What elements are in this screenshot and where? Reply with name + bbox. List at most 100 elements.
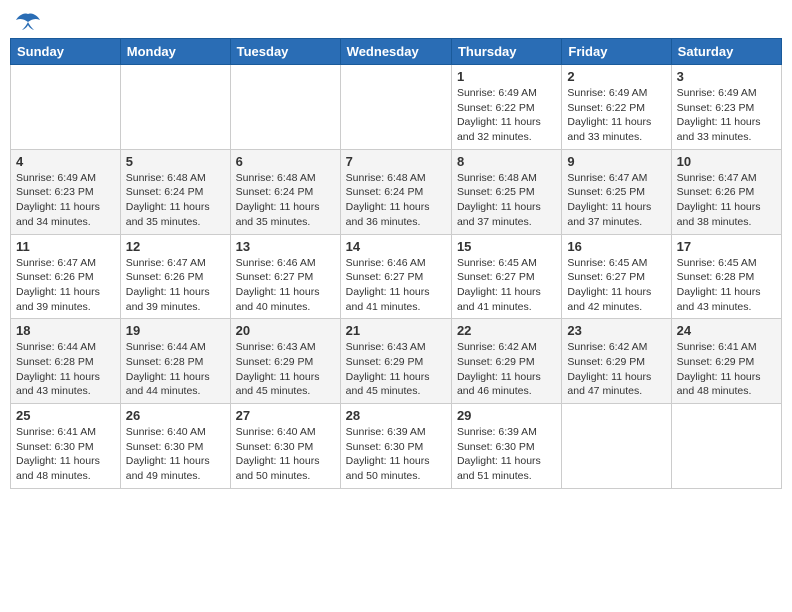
day-info: Sunrise: 6:43 AM Sunset: 6:29 PM Dayligh…: [346, 340, 446, 399]
day-number: 7: [346, 154, 446, 169]
calendar-table: SundayMondayTuesdayWednesdayThursdayFrid…: [10, 38, 782, 489]
day-info: Sunrise: 6:45 AM Sunset: 6:28 PM Dayligh…: [677, 256, 776, 315]
day-info: Sunrise: 6:49 AM Sunset: 6:23 PM Dayligh…: [677, 86, 776, 145]
day-number: 29: [457, 408, 556, 423]
day-info: Sunrise: 6:48 AM Sunset: 6:24 PM Dayligh…: [126, 171, 225, 230]
calendar-header-row: SundayMondayTuesdayWednesdayThursdayFrid…: [11, 39, 782, 65]
calendar-cell: 25 Sunrise: 6:41 AM Sunset: 6:30 PM Dayli…: [11, 404, 121, 489]
weekday-header-saturday: Saturday: [671, 39, 781, 65]
day-number: 28: [346, 408, 446, 423]
day-number: 23: [567, 323, 665, 338]
weekday-header-tuesday: Tuesday: [230, 39, 340, 65]
day-info: Sunrise: 6:41 AM Sunset: 6:30 PM Dayligh…: [16, 425, 115, 484]
calendar-cell: [562, 404, 671, 489]
day-number: 18: [16, 323, 115, 338]
calendar-cell: 29Sunrise: 6:39 AM Sunset: 6:30 PM Dayli…: [451, 404, 561, 489]
calendar-cell: 10 Sunrise: 6:47 AM Sunset: 6:26 PM Dayli…: [671, 149, 781, 234]
calendar-cell: 22 Sunrise: 6:42 AM Sunset: 6:29 PM Dayli…: [451, 319, 561, 404]
day-info: Sunrise: 6:48 AM Sunset: 6:25 PM Dayligh…: [457, 171, 556, 230]
day-number: 19: [126, 323, 225, 338]
day-info: Sunrise: 6:47 AM Sunset: 6:26 PM Dayligh…: [16, 256, 115, 315]
calendar-cell: 16 Sunrise: 6:45 AM Sunset: 6:27 PM Dayli…: [562, 234, 671, 319]
day-number: 11: [16, 239, 115, 254]
calendar-week-4: 18 Sunrise: 6:44 AM Sunset: 6:28 PM Dayli…: [11, 319, 782, 404]
calendar-cell: 18 Sunrise: 6:44 AM Sunset: 6:28 PM Dayli…: [11, 319, 121, 404]
calendar-cell: 15 Sunrise: 6:45 AM Sunset: 6:27 PM Dayli…: [451, 234, 561, 319]
day-number: 15: [457, 239, 556, 254]
day-info: Sunrise: 6:47 AM Sunset: 6:26 PM Dayligh…: [677, 171, 776, 230]
calendar-cell: 5 Sunrise: 6:48 AM Sunset: 6:24 PM Daylig…: [120, 149, 230, 234]
page-header: [10, 10, 782, 32]
weekday-header-monday: Monday: [120, 39, 230, 65]
day-info: Sunrise: 6:49 AM Sunset: 6:23 PM Dayligh…: [16, 171, 115, 230]
day-number: 8: [457, 154, 556, 169]
weekday-header-wednesday: Wednesday: [340, 39, 451, 65]
day-info: Sunrise: 6:49 AM Sunset: 6:22 PM Dayligh…: [457, 86, 556, 145]
day-number: 12: [126, 239, 225, 254]
day-info: Sunrise: 6:42 AM Sunset: 6:29 PM Dayligh…: [457, 340, 556, 399]
calendar-cell: 24 Sunrise: 6:41 AM Sunset: 6:29 PM Dayli…: [671, 319, 781, 404]
day-info: Sunrise: 6:45 AM Sunset: 6:27 PM Dayligh…: [457, 256, 556, 315]
calendar-cell: 11 Sunrise: 6:47 AM Sunset: 6:26 PM Dayli…: [11, 234, 121, 319]
day-info: Sunrise: 6:39 AM Sunset: 6:30 PM Dayligh…: [346, 425, 446, 484]
calendar-cell: [11, 65, 121, 150]
calendar-week-1: 1 Sunrise: 6:49 AM Sunset: 6:22 PM Daylig…: [11, 65, 782, 150]
calendar-week-2: 4Sunrise: 6:49 AM Sunset: 6:23 PM Daylig…: [11, 149, 782, 234]
calendar-cell: 4Sunrise: 6:49 AM Sunset: 6:23 PM Daylig…: [11, 149, 121, 234]
day-number: 17: [677, 239, 776, 254]
calendar-cell: 9 Sunrise: 6:47 AM Sunset: 6:25 PM Daylig…: [562, 149, 671, 234]
day-number: 1: [457, 69, 556, 84]
calendar-week-3: 11 Sunrise: 6:47 AM Sunset: 6:26 PM Dayli…: [11, 234, 782, 319]
logo-bird-icon: [14, 10, 42, 32]
day-info: Sunrise: 6:49 AM Sunset: 6:22 PM Dayligh…: [567, 86, 665, 145]
calendar-cell: 27 Sunrise: 6:40 AM Sunset: 6:30 PM Dayli…: [230, 404, 340, 489]
day-number: 24: [677, 323, 776, 338]
calendar-cell: 20 Sunrise: 6:43 AM Sunset: 6:29 PM Dayli…: [230, 319, 340, 404]
weekday-header-friday: Friday: [562, 39, 671, 65]
calendar-cell: 17 Sunrise: 6:45 AM Sunset: 6:28 PM Dayli…: [671, 234, 781, 319]
day-number: 26: [126, 408, 225, 423]
day-number: 6: [236, 154, 335, 169]
calendar-cell: [340, 65, 451, 150]
calendar-cell: 23 Sunrise: 6:42 AM Sunset: 6:29 PM Dayli…: [562, 319, 671, 404]
day-info: Sunrise: 6:45 AM Sunset: 6:27 PM Dayligh…: [567, 256, 665, 315]
day-number: 9: [567, 154, 665, 169]
calendar-cell: 2Sunrise: 6:49 AM Sunset: 6:22 PM Daylig…: [562, 65, 671, 150]
calendar-cell: 13Sunrise: 6:46 AM Sunset: 6:27 PM Dayli…: [230, 234, 340, 319]
day-number: 5: [126, 154, 225, 169]
logo: [14, 10, 46, 32]
calendar-cell: [671, 404, 781, 489]
calendar-cell: 21Sunrise: 6:43 AM Sunset: 6:29 PM Dayli…: [340, 319, 451, 404]
calendar-cell: 8 Sunrise: 6:48 AM Sunset: 6:25 PM Daylig…: [451, 149, 561, 234]
calendar-week-5: 25 Sunrise: 6:41 AM Sunset: 6:30 PM Dayli…: [11, 404, 782, 489]
day-info: Sunrise: 6:48 AM Sunset: 6:24 PM Dayligh…: [236, 171, 335, 230]
calendar-cell: 19 Sunrise: 6:44 AM Sunset: 6:28 PM Dayli…: [120, 319, 230, 404]
calendar-cell: 3Sunrise: 6:49 AM Sunset: 6:23 PM Daylig…: [671, 65, 781, 150]
day-number: 20: [236, 323, 335, 338]
day-info: Sunrise: 6:44 AM Sunset: 6:28 PM Dayligh…: [126, 340, 225, 399]
day-number: 14: [346, 239, 446, 254]
day-number: 10: [677, 154, 776, 169]
calendar-cell: 6 Sunrise: 6:48 AM Sunset: 6:24 PM Daylig…: [230, 149, 340, 234]
calendar-cell: 14 Sunrise: 6:46 AM Sunset: 6:27 PM Dayli…: [340, 234, 451, 319]
calendar-cell: [230, 65, 340, 150]
day-info: Sunrise: 6:47 AM Sunset: 6:26 PM Dayligh…: [126, 256, 225, 315]
calendar-cell: [120, 65, 230, 150]
calendar-cell: 26Sunrise: 6:40 AM Sunset: 6:30 PM Dayli…: [120, 404, 230, 489]
weekday-header-sunday: Sunday: [11, 39, 121, 65]
day-info: Sunrise: 6:47 AM Sunset: 6:25 PM Dayligh…: [567, 171, 665, 230]
day-info: Sunrise: 6:46 AM Sunset: 6:27 PM Dayligh…: [346, 256, 446, 315]
calendar-cell: 7 Sunrise: 6:48 AM Sunset: 6:24 PM Daylig…: [340, 149, 451, 234]
day-info: Sunrise: 6:40 AM Sunset: 6:30 PM Dayligh…: [236, 425, 335, 484]
day-info: Sunrise: 6:48 AM Sunset: 6:24 PM Dayligh…: [346, 171, 446, 230]
day-number: 13: [236, 239, 335, 254]
day-number: 25: [16, 408, 115, 423]
day-number: 27: [236, 408, 335, 423]
weekday-header-thursday: Thursday: [451, 39, 561, 65]
day-info: Sunrise: 6:42 AM Sunset: 6:29 PM Dayligh…: [567, 340, 665, 399]
day-number: 22: [457, 323, 556, 338]
day-info: Sunrise: 6:43 AM Sunset: 6:29 PM Dayligh…: [236, 340, 335, 399]
day-info: Sunrise: 6:41 AM Sunset: 6:29 PM Dayligh…: [677, 340, 776, 399]
day-info: Sunrise: 6:44 AM Sunset: 6:28 PM Dayligh…: [16, 340, 115, 399]
day-number: 16: [567, 239, 665, 254]
